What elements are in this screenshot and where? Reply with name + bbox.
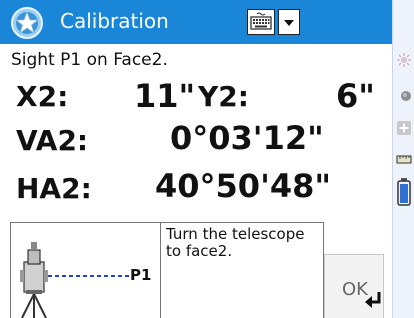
target-label: P1 <box>130 266 152 284</box>
x2-label: X2: <box>16 80 69 113</box>
enter-arrow-icon <box>365 292 381 308</box>
right-toolbar <box>392 0 414 318</box>
satellite-icon[interactable] <box>396 88 412 104</box>
window-title: Calibration <box>60 9 169 33</box>
keyboard-button[interactable] <box>247 9 275 35</box>
keyboard-icon <box>250 12 272 30</box>
ruler-icon[interactable] <box>396 152 412 168</box>
va2-value: 0°03'12" <box>170 119 324 157</box>
input-dropdown-button[interactable] <box>278 9 300 35</box>
sun-icon[interactable] <box>396 52 412 68</box>
ha2-label: HA2: <box>16 172 92 205</box>
x2-value: 11" <box>134 77 196 115</box>
star-globe-icon[interactable] <box>10 6 44 40</box>
instruction-text: Sight P1 on Face2. <box>11 50 168 70</box>
y2-value: 6" <box>336 77 375 115</box>
ha2-value: 40°50'48" <box>155 167 332 205</box>
panel-divider <box>160 222 161 318</box>
title-bar <box>0 0 392 44</box>
triangle-down-icon <box>284 20 294 26</box>
va2-label: VA2: <box>16 124 89 157</box>
plus-icon[interactable] <box>396 120 412 136</box>
y2-label: Y2: <box>198 80 249 113</box>
help-text: Turn the telescope to face2. <box>166 225 305 260</box>
battery-icon <box>397 178 411 206</box>
